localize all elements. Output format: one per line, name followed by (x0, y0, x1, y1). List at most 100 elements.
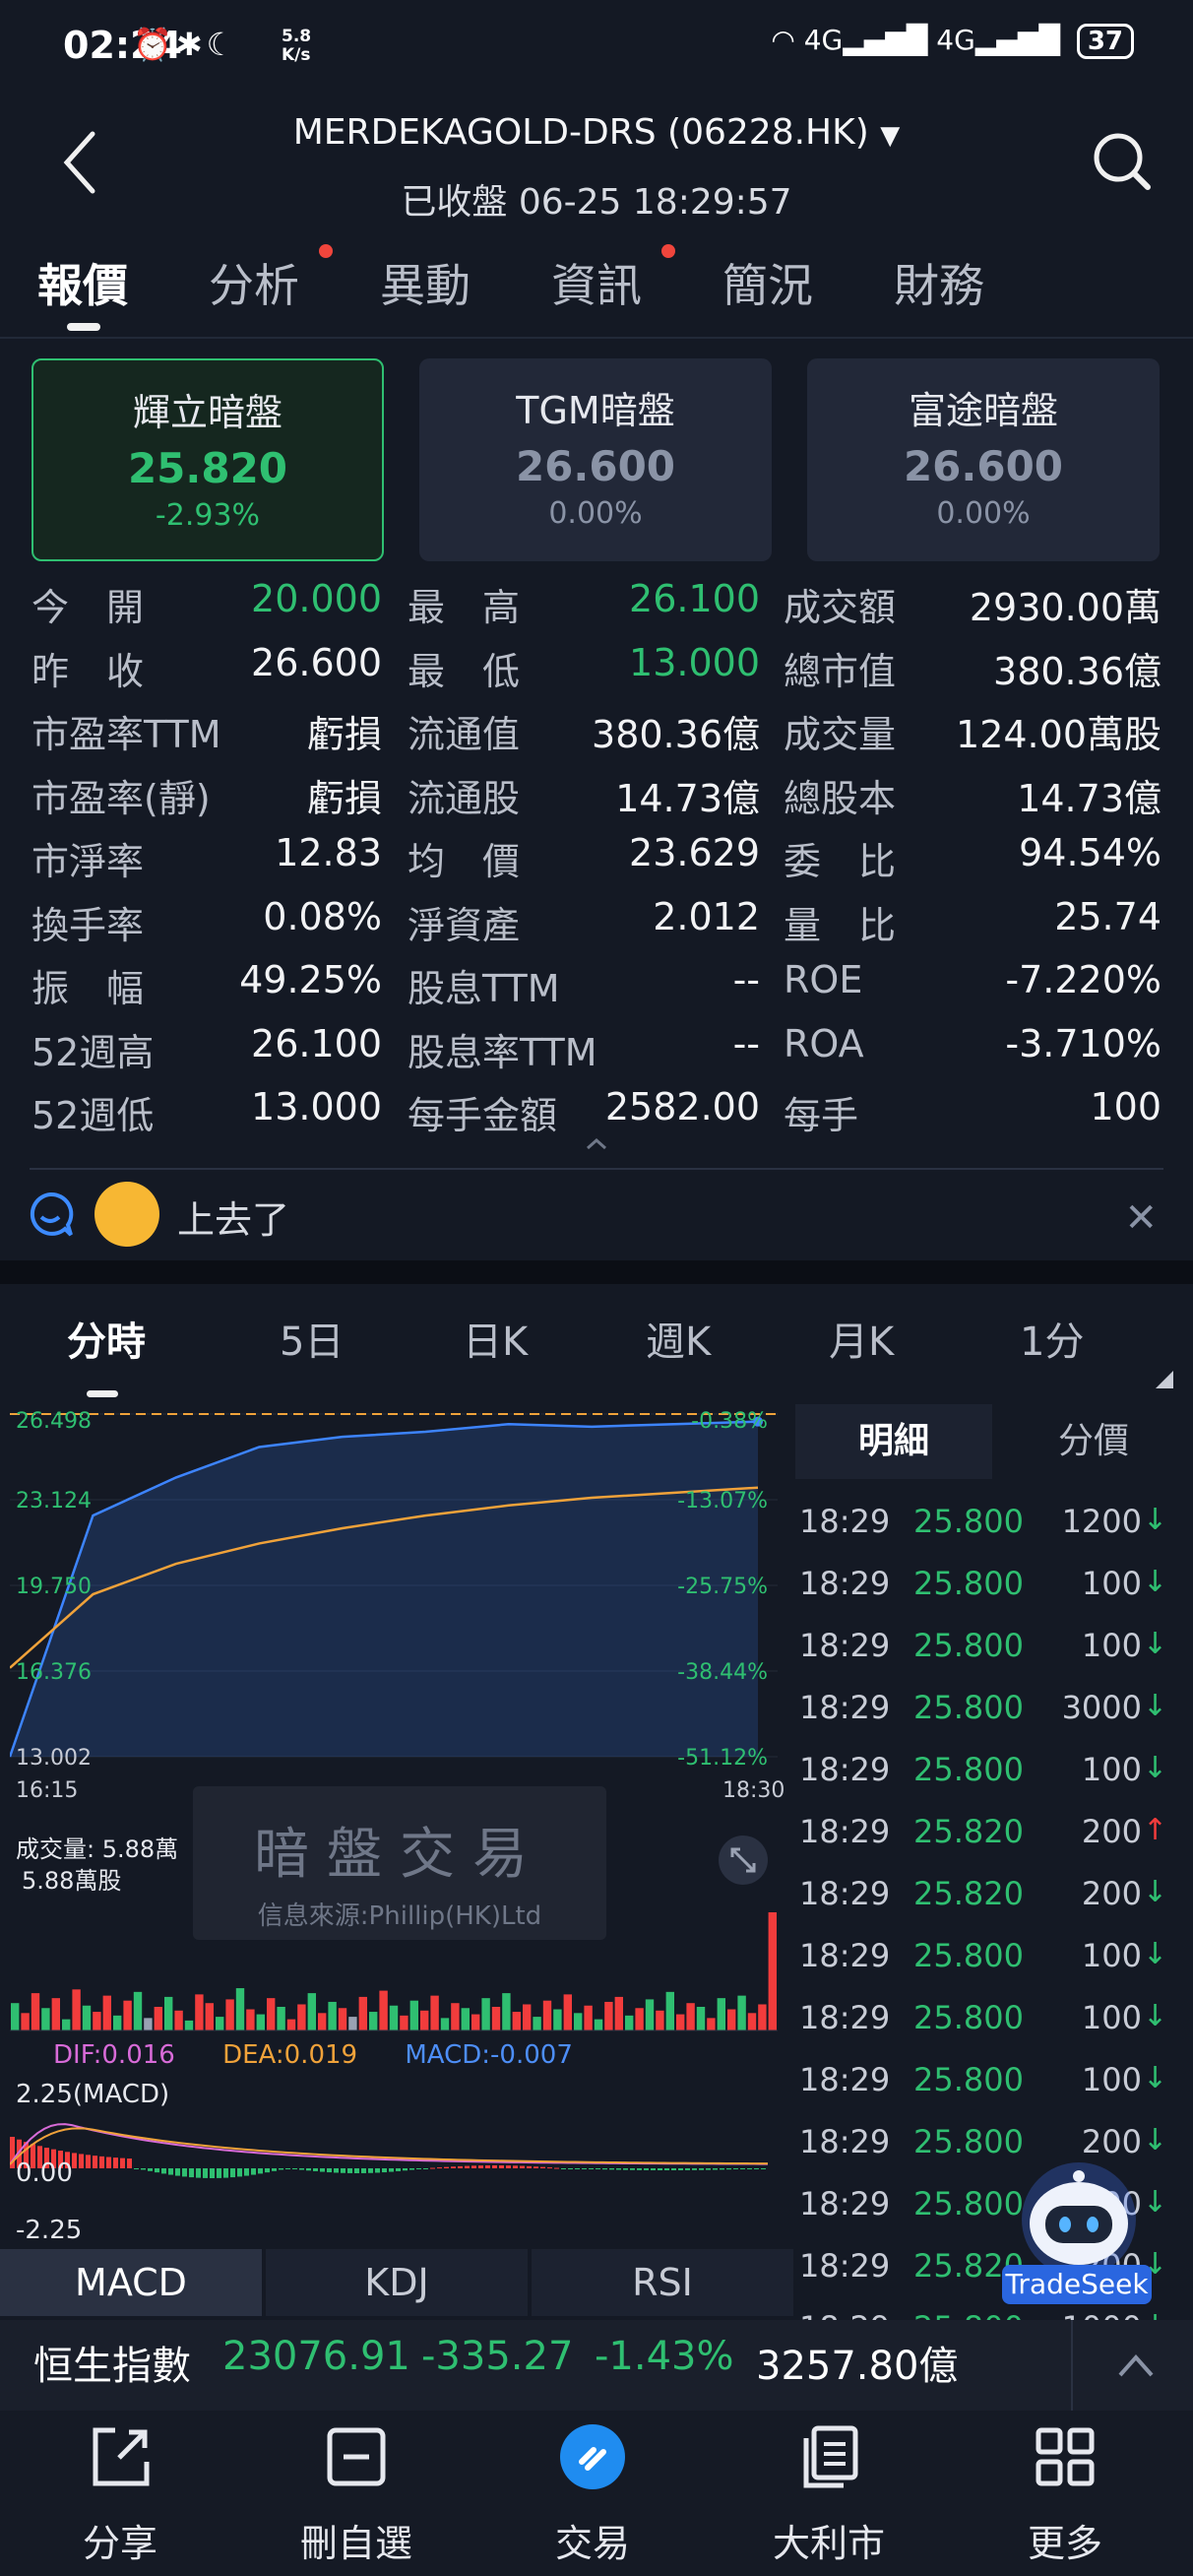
macd-bar (155, 2168, 159, 2173)
stat-label: 總股本 (784, 776, 897, 820)
tab-financials[interactable]: 財務 (894, 250, 984, 315)
macd-bar (327, 2168, 332, 2173)
tab-macd[interactable]: MACD (0, 2249, 262, 2316)
macd-bar (313, 2168, 318, 2171)
tab-quote[interactable]: 報價 (37, 250, 128, 315)
trade-row: 18:29 25.800 100↓ (795, 1937, 1169, 1996)
tab-profile[interactable]: 簡況 (722, 250, 813, 315)
trade-row: 18:29 25.800 1000↓ (795, 2309, 1169, 2320)
tab-trade-detail[interactable]: 明細 (795, 1404, 992, 1479)
dark-pool-card-phillip[interactable]: 輝立暗盤 25.820 -2.93% (31, 358, 384, 561)
stat-label: 股息TTM (408, 967, 560, 1010)
macd-bar (93, 2156, 97, 2168)
tab-news[interactable]: 資訊 (551, 250, 642, 315)
tab-rsi[interactable]: RSI (532, 2249, 793, 2316)
stat-value: 23.629 (629, 831, 760, 874)
macd-bar (423, 2168, 428, 2169)
macd-bar (616, 2168, 621, 2170)
macd-bar (341, 2168, 345, 2173)
macd-value: MACD:-0.007 (405, 2040, 573, 2070)
nav-trade[interactable]: 交易 (504, 2422, 681, 2567)
index-value: 23076.91 (222, 2334, 410, 2379)
assistant-label[interactable]: TradeSeek (1002, 2265, 1152, 2304)
tab-indicator (87, 1390, 118, 1397)
macd-bar (334, 2168, 339, 2173)
stat-label: 成交額 (784, 586, 897, 629)
tab-movements[interactable]: 異動 (380, 250, 471, 315)
nav-remove-watchlist[interactable]: 刪自選 (268, 2422, 445, 2567)
macd-bar (520, 2165, 525, 2168)
macd-bar (223, 2168, 228, 2178)
arrow-down-icon: ↓ (1142, 1875, 1167, 1909)
y-right-tick-label: -38.44% (677, 1660, 768, 1685)
macd-bar (86, 2155, 91, 2168)
chat-icon[interactable] (26, 1190, 75, 1239)
stat-label: 淨資產 (408, 903, 521, 947)
macd-bar (389, 2168, 394, 2172)
volume-bar (225, 1999, 234, 2030)
macd-bar (437, 2167, 442, 2169)
volume-bar (737, 1995, 746, 2030)
tab-weekly-k[interactable]: 週K (646, 1310, 711, 1367)
stat-value: 124.00萬股 (956, 713, 1162, 756)
stock-title[interactable]: MERDEKAGOLD-DRS (06228.HK) ▼ (0, 112, 1193, 153)
stat-value: 20.000 (251, 577, 382, 620)
nav-more[interactable]: 更多 (976, 2422, 1154, 2567)
trade-price: 25.800 (913, 1689, 1024, 1726)
tab-monthly-k[interactable]: 月K (829, 1310, 894, 1367)
stat-value: 12.83 (275, 831, 382, 874)
tab-5day[interactable]: 5日 (280, 1310, 344, 1367)
macd-bar (458, 2165, 463, 2168)
volume-bar (768, 1912, 777, 2030)
volume-bar (533, 2017, 541, 2030)
search-button[interactable] (1091, 130, 1154, 193)
arrow-down-icon: ↓ (1142, 1751, 1167, 1785)
trade-row: 18:29 25.800 100↓ (795, 1627, 1169, 1686)
macd-bar (347, 2168, 352, 2173)
macd-bar (685, 2168, 690, 2170)
signal-icon-2: 4G (936, 24, 975, 56)
intraday-chart[interactable]: 26.498 23.124 19.750 16.376 13.002 -0.38% -13.… (10, 1402, 787, 1776)
nav-dalishi[interactable]: 大利市 (740, 2422, 917, 2567)
more-periods-icon[interactable] (1156, 1371, 1173, 1388)
volume-bar (717, 1998, 725, 2030)
volume-bar (286, 2019, 296, 2030)
volume-bar (133, 1991, 143, 2030)
expand-index-button[interactable] (1118, 2351, 1154, 2379)
comment-text[interactable]: 上去了 (177, 1190, 289, 1244)
macd-bar (644, 2168, 649, 2170)
dark-pool-card-tgm[interactable]: TGM暗盤 26.600 0.00% (419, 358, 772, 561)
macd-bar (375, 2168, 380, 2173)
stat-item: 每手金額 2582.00 (408, 1085, 760, 1137)
nav-share[interactable]: 分享 (31, 2422, 209, 2567)
volume-bar (102, 1995, 111, 2030)
tab-intraday[interactable]: 分時 (67, 1310, 146, 1367)
stat-item: 流通值 380.36億 (408, 704, 760, 756)
stat-value: 100 (1090, 1085, 1162, 1128)
tab-kdj[interactable]: KDJ (266, 2249, 528, 2316)
dark-pool-card-futu[interactable]: 富途暗盤 26.600 0.00% (807, 358, 1160, 561)
trade-time: 18:29 (799, 2123, 891, 2160)
macd-bar (761, 2168, 766, 2169)
volume-bar (144, 2018, 153, 2030)
volume-bar (62, 2019, 71, 2030)
trade-volume: 100 (1081, 1937, 1142, 1974)
close-icon[interactable]: ✕ (1124, 1195, 1158, 1241)
arrow-up-icon: ↑ (1142, 1813, 1167, 1847)
macd-bar (285, 2168, 290, 2169)
volume-bar (164, 1996, 173, 2030)
volume-bar (512, 2012, 521, 2030)
macd-bar (106, 2157, 111, 2168)
arrow-down-icon: ↓ (1142, 1999, 1167, 2033)
tab-1min[interactable]: 1分 (1020, 1310, 1084, 1367)
volume-bar (727, 2009, 736, 2030)
volume-bar (358, 1996, 367, 2030)
collapse-button[interactable] (585, 1132, 608, 1156)
tab-daily-k[interactable]: 日K (463, 1310, 528, 1367)
tab-indicator (67, 323, 100, 331)
arrow-down-icon: ↓ (1142, 1937, 1167, 1971)
stat-value: 380.36億 (993, 649, 1162, 693)
tab-analysis[interactable]: 分析 (209, 250, 299, 315)
stat-item: 換手率 0.08% (31, 895, 382, 947)
tab-price-distribution[interactable]: 分價 (994, 1404, 1193, 1479)
